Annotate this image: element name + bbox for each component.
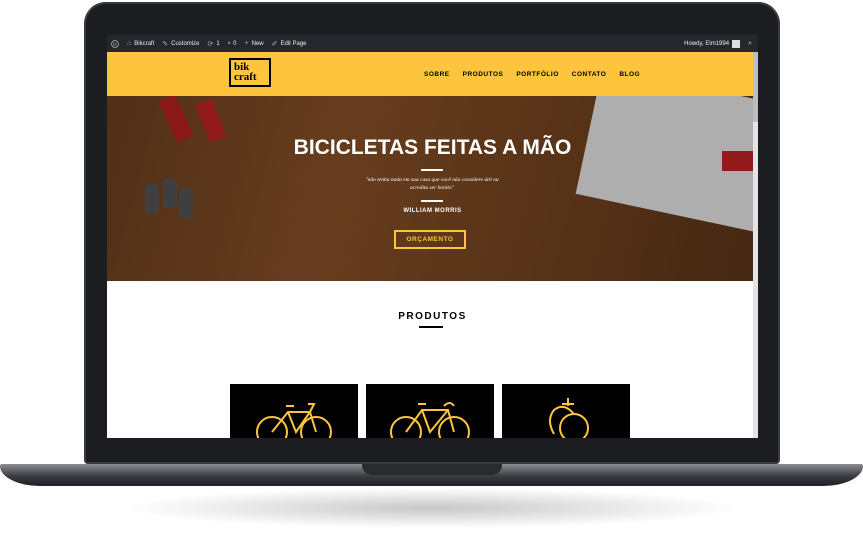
nav-item-contato[interactable]: CONTATO [572,71,607,78]
scrollbar-thumb[interactable] [753,52,758,122]
hero-divider [421,200,443,202]
svg-text:W: W [113,42,118,47]
hero-title: BICICLETAS FEITAS A MÃO [293,136,572,159]
nav-item-produtos[interactable]: PRODUTOS [463,71,504,78]
nav-item-sobre[interactable]: SOBRE [424,71,450,78]
customize-label: Customize [171,40,200,47]
site-header: bik craft SOBRE PRODUTOS PORTFÓLIO CONTA… [107,52,758,96]
updates-icon: ⟳ [207,40,214,48]
hero-banner: BICICLETAS FEITAS A MÃO "não tenha nada … [107,96,758,281]
plus-icon: + [244,40,249,47]
new-label: New [251,40,264,47]
hero-quote: "não tenha nada em sua casa que você não… [365,177,499,191]
avatar [732,39,741,48]
admin-updates-link[interactable]: ⟳ 1 [207,40,219,48]
nav-item-blog[interactable]: BLOG [619,71,640,78]
admin-bar: W ⌂ Bikcraft ✎ Customize ⟳ 1 ▪ 0 + New ✐… [107,35,758,52]
hero-divider [421,169,443,171]
brush-icon: ✎ [162,40,169,48]
laptop-screen: W ⌂ Bikcraft ✎ Customize ⟳ 1 ▪ 0 + New ✐… [107,35,758,438]
product-card[interactable] [502,384,630,438]
main-nav: SOBRE PRODUTOS PORTFÓLIO CONTATO BLOG [424,52,653,96]
produtos-title: PRODUTOS [398,311,467,322]
wordpress-logo-icon[interactable]: W [111,39,119,48]
edit-page-label: Edit Page [280,40,307,47]
laptop-notch [362,464,502,475]
howdy-label: Howdy, Elm1994 [684,40,730,47]
pencil-icon: ✐ [271,40,278,48]
updates-count: 1 [216,40,220,47]
orcamento-button[interactable]: ORÇAMENTO [394,230,466,249]
site-logo[interactable]: bik craft [229,58,271,87]
search-icon[interactable]: ⌕ [748,40,752,48]
admin-comments-link[interactable]: ▪ 0 [228,40,237,47]
produtos-divider [419,326,443,328]
product-card[interactable] [230,384,358,438]
home-icon: ⌂ [127,40,132,47]
unicycle-icon [549,398,589,438]
admin-customize-link[interactable]: ✎ Customize [162,40,199,48]
admin-site-link[interactable]: ⌂ Bikcraft [127,40,154,47]
hero-author: WILLIAM MORRIS [403,208,462,214]
comments-count: 0 [233,40,237,47]
admin-new-link[interactable]: + New [245,40,264,47]
comment-icon: ▪ [227,40,231,47]
site-name: Bikcraft [134,40,155,47]
logo-line-2: craft [234,71,257,83]
product-card[interactable] [366,384,494,438]
bicycle-icon [256,403,332,438]
admin-edit-page-link[interactable]: ✐ Edit Page [272,40,307,48]
laptop-shadow [120,488,743,528]
nav-item-portfolio[interactable]: PORTFÓLIO [516,71,558,78]
admin-account-link[interactable]: Howdy, Elm1994 [684,39,741,48]
road-bike-icon [390,402,470,438]
